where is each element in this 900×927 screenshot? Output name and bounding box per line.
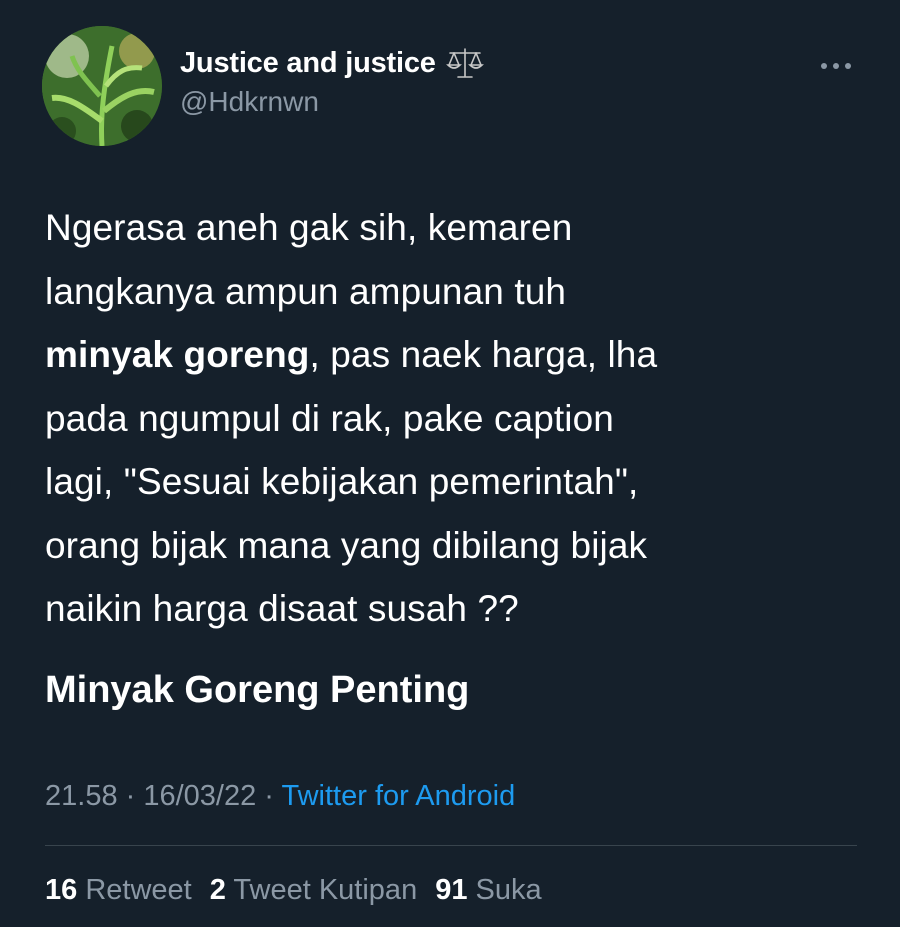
display-name[interactable]: Justice and justice [180,47,436,80]
tweet-line: pada ngumpul di rak, pake caption [45,397,614,439]
tweet-header: Justice and justice @Hdkrnwn [40,24,860,152]
divider [45,845,857,846]
tweet-line: orang bijak mana yang dibilang bijak [45,524,648,566]
tweet-meta: 21.58 · 16/03/22 · Twitter for Android [45,774,515,818]
tweet-line: Ngerasa aneh gak sih, kemaren [45,207,573,248]
more-options-icon[interactable] [820,60,852,72]
tweet-line: naikin harga disaat susah ?? [45,588,519,629]
user-names: Justice and justice @Hdkrnwn [180,44,484,118]
avatar-image [42,26,162,146]
display-name-row: Justice and justice [180,44,484,82]
tweet-time[interactable]: 21.58 [45,780,118,812]
tweet-date[interactable]: 16/03/22 [143,780,256,812]
tweet-line: langkanya ampun ampunan tuh [45,270,567,312]
tweet-stats: 16 Retweet 2 Tweet Kutipan 91 Suka [45,868,542,912]
meta-separator: · [256,780,282,812]
tweet-source-link[interactable]: Twitter for Android [282,780,516,812]
likes-stat[interactable]: 91 Suka [435,874,541,906]
tweet-line-rest: , pas naek harga, lha [309,334,658,375]
tweet-tagline: Minyak Goreng Penting [45,669,470,711]
bold-keyword: minyak goreng [45,334,310,375]
likes-count: 91 [435,874,468,906]
quotes-count: 2 [209,874,226,906]
retweets-count: 16 [45,874,78,906]
meta-separator: · [117,780,144,812]
tweet-line: lagi, "Sesuai kebijakan pemerintah", [45,461,639,502]
retweets-label: Retweet [85,874,192,906]
user-handle[interactable]: @Hdkrnwn [180,86,484,118]
likes-label: Suka [475,874,542,906]
balance-scale-icon [445,48,484,78]
quotes-label: Tweet Kutipan [233,874,418,906]
quotes-stat[interactable]: 2 Tweet Kutipan [210,874,417,906]
tweet-text: Ngerasa aneh gak sih, kemaren langkanya … [45,196,865,641]
avatar[interactable] [42,26,162,146]
retweets-stat[interactable]: 16 Retweet [45,874,192,906]
tweet-line: minyak goreng, pas naek harga, lha [45,323,865,387]
